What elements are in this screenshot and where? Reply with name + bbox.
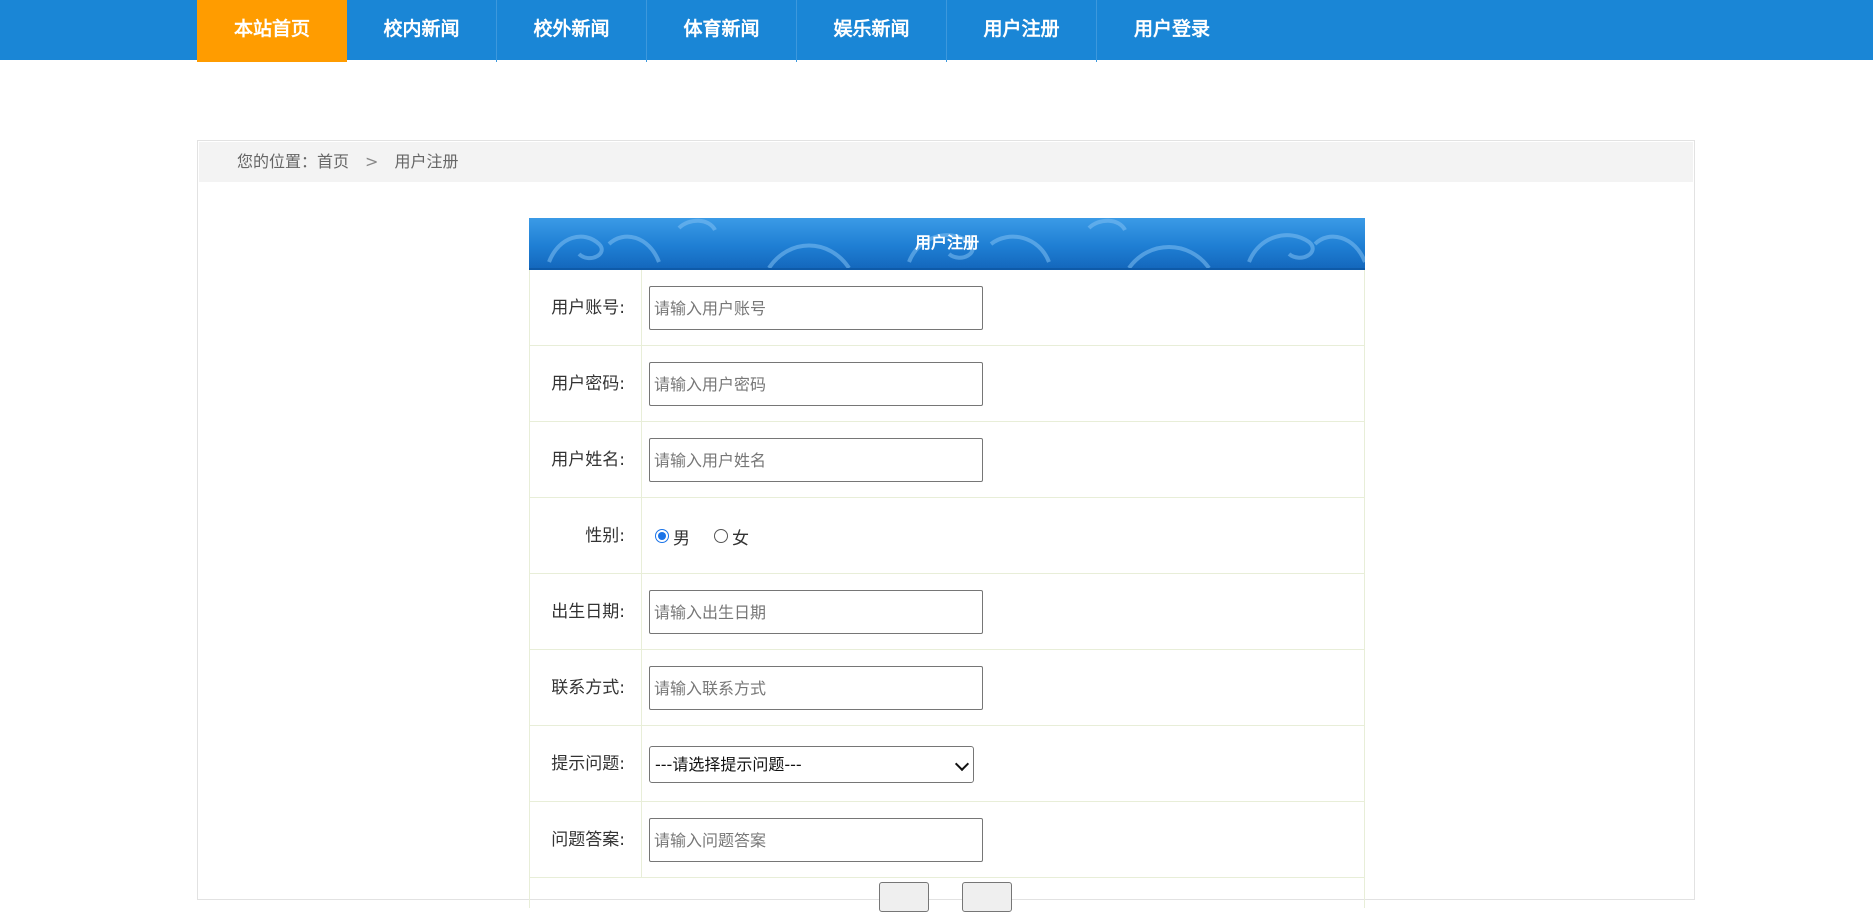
breadcrumb: 您的位置：首页 > 用户注册	[199, 142, 1693, 182]
form-row-name: 用户姓名:	[529, 422, 1365, 498]
answer-label: 问题答案:	[530, 802, 642, 877]
birthday-input[interactable]	[649, 590, 983, 634]
nav-item-sports-news[interactable]: 体育新闻	[647, 0, 797, 62]
chevron-down-icon	[954, 756, 970, 772]
nav-item-login[interactable]: 用户登录	[1097, 0, 1247, 62]
account-label: 用户账号:	[530, 270, 642, 345]
nav-item-entertainment-news[interactable]: 娱乐新闻	[797, 0, 947, 62]
form-row-contact: 联系方式:	[529, 650, 1365, 726]
breadcrumb-prefix: 您的位置：	[237, 152, 318, 171]
form-row-birthday: 出生日期:	[529, 574, 1365, 650]
nav-item-external-news[interactable]: 校外新闻	[497, 0, 647, 62]
nav-item-campus-news[interactable]: 校内新闻	[347, 0, 497, 62]
gender-option-female[interactable]: 女	[714, 524, 749, 549]
form-header: 用户注册	[529, 218, 1365, 270]
form-row-question: 提示问题: ---请选择提示问题---	[529, 726, 1365, 802]
question-label: 提示问题:	[530, 726, 642, 801]
name-label: 用户姓名:	[530, 422, 642, 497]
form-row-password: 用户密码:	[529, 346, 1365, 422]
account-input[interactable]	[649, 286, 983, 330]
contact-input[interactable]	[649, 666, 983, 710]
form-row-account: 用户账号:	[529, 270, 1365, 346]
question-select-value: ---请选择提示问题---	[655, 755, 802, 774]
gender-radio-group: 男 女	[655, 498, 773, 574]
breadcrumb-current: 用户注册	[394, 152, 459, 171]
main-nav: 本站首页 校内新闻 校外新闻 体育新闻 娱乐新闻 用户注册 用户登录	[197, 0, 1247, 62]
form-buttons-row	[529, 878, 1365, 912]
question-select[interactable]: ---请选择提示问题---	[649, 746, 974, 783]
contact-label: 联系方式:	[530, 650, 642, 725]
chevron-right-icon: >	[365, 152, 379, 171]
nav-item-home[interactable]: 本站首页	[197, 0, 347, 62]
answer-input[interactable]	[649, 818, 983, 862]
birthday-label: 出生日期:	[530, 574, 642, 649]
breadcrumb-home-link[interactable]: 首页	[317, 152, 349, 171]
gender-label: 性别:	[530, 498, 642, 573]
password-label: 用户密码:	[530, 346, 642, 421]
form-row-answer: 问题答案:	[529, 802, 1365, 878]
password-input[interactable]	[649, 362, 983, 406]
form-title: 用户注册	[914, 233, 979, 252]
gender-option-male[interactable]: 男	[655, 524, 690, 549]
nav-item-register[interactable]: 用户注册	[947, 0, 1097, 62]
radio-checked-icon[interactable]	[655, 529, 669, 543]
form-row-gender: 性别: 男 女	[529, 498, 1365, 574]
radio-unchecked-icon[interactable]	[714, 529, 728, 543]
name-input[interactable]	[649, 438, 983, 482]
register-form: 用户注册 用户账号: 用户密码: 用户姓名: 性别: 男	[529, 218, 1365, 912]
gender-male-label: 男	[673, 528, 690, 549]
gender-female-label: 女	[732, 528, 749, 549]
